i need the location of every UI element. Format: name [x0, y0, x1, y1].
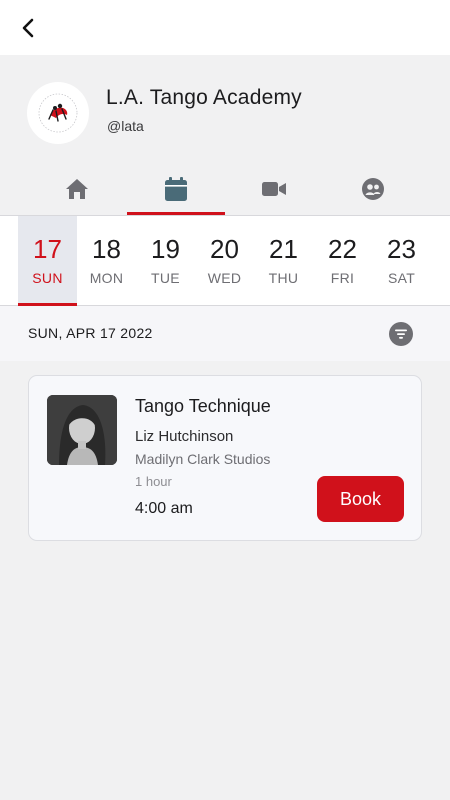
week-day-selector: 17 SUN 18 MON 19 TUE 20 WED 21 THU 22 FR… [0, 215, 450, 306]
top-bar [0, 0, 450, 55]
chevron-left-icon [22, 18, 34, 38]
video-icon [262, 182, 286, 196]
studio-name: Madilyn Clark Studios [135, 451, 271, 467]
home-icon [66, 179, 88, 199]
day-thu[interactable]: 21 THU [254, 216, 313, 306]
academy-logo[interactable] [27, 82, 89, 144]
day-fri[interactable]: 22 FRI [313, 216, 372, 306]
tango-dancers-logo [38, 93, 78, 133]
tab-videos[interactable] [225, 163, 323, 215]
class-time: 4:00 am [135, 500, 193, 517]
day-name: FRI [330, 270, 355, 286]
community-icon [362, 178, 384, 200]
instructor-name: Liz Hutchinson [135, 428, 234, 445]
selected-date-bar: SUN, APR 17 2022 [0, 306, 450, 361]
tab-schedule[interactable] [127, 163, 225, 215]
day-name: TUE [151, 270, 180, 286]
day-number: 21 [269, 234, 298, 264]
day-name: WED [207, 270, 242, 286]
class-duration: 1 hour [135, 474, 172, 489]
tab-community[interactable] [324, 163, 422, 215]
filter-icon [395, 329, 407, 339]
day-number: 20 [210, 234, 239, 264]
day-number: 19 [151, 234, 180, 264]
day-number: 18 [92, 234, 121, 264]
day-sat[interactable]: 23 SAT [372, 216, 431, 306]
filter-button[interactable] [389, 322, 413, 346]
day-name: SAT [387, 270, 416, 286]
class-card[interactable]: Tango Technique Liz Hutchinson Madilyn C… [28, 375, 422, 541]
class-title: Tango Technique [135, 396, 271, 416]
day-wed[interactable]: 20 WED [195, 216, 254, 306]
day-name: THU [268, 270, 299, 286]
day-sun[interactable]: 17 SUN [18, 216, 77, 306]
academy-name: L.A. Tango Academy [106, 86, 302, 109]
day-name: SUN [32, 270, 63, 286]
day-number: 23 [387, 234, 416, 264]
calendar-icon [165, 177, 187, 201]
day-number: 17 [33, 234, 62, 264]
book-button[interactable]: Book [317, 476, 404, 522]
profile-tabs [0, 163, 450, 215]
academy-handle: @lata [107, 118, 144, 134]
profile-header: L.A. Tango Academy @lata [0, 55, 450, 215]
day-tue[interactable]: 19 TUE [136, 216, 195, 306]
day-number: 22 [328, 234, 357, 264]
selected-date-label: SUN, APR 17 2022 [28, 325, 153, 341]
instructor-photo [47, 395, 117, 465]
back-button[interactable] [14, 14, 42, 42]
tab-home[interactable] [28, 163, 126, 215]
day-name: MON [89, 270, 124, 286]
day-mon[interactable]: 18 MON [77, 216, 136, 306]
